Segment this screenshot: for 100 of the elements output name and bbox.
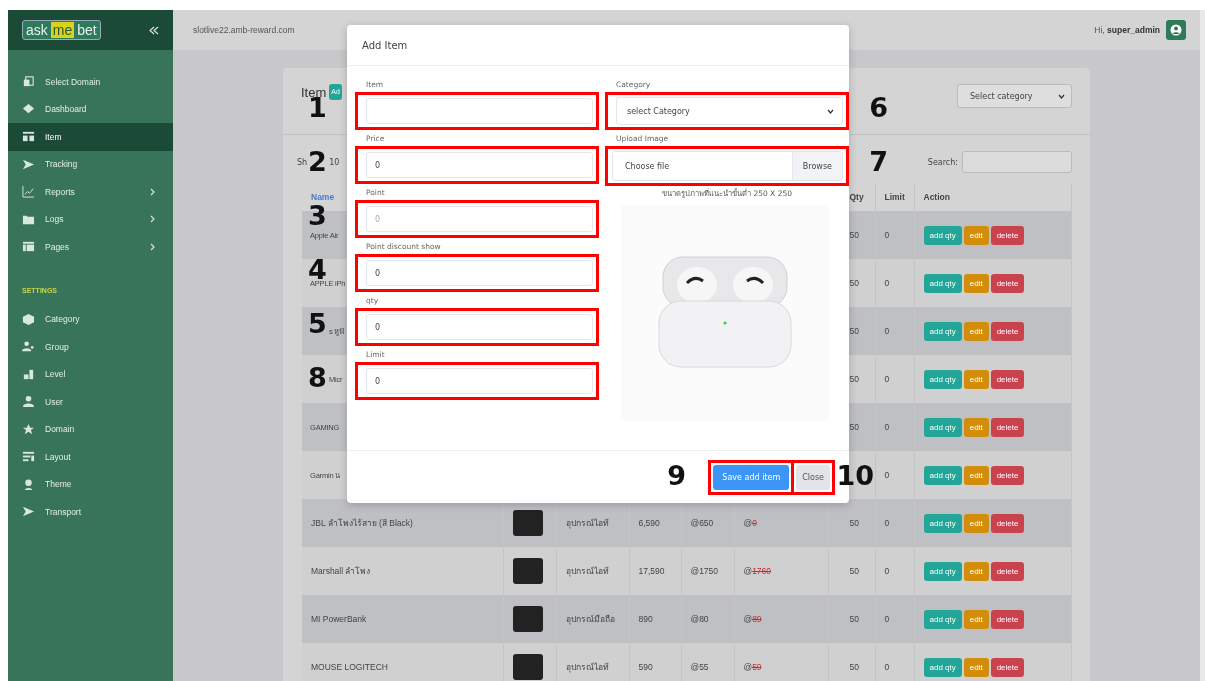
delete-button[interactable]: delete <box>990 273 1025 293</box>
annotation-number: 2 <box>308 152 327 172</box>
point-text: @55 <box>690 662 709 672</box>
sidebar-item[interactable]: Category <box>8 305 173 333</box>
qty-text: 50 <box>849 518 859 528</box>
sidebar-item[interactable]: Level <box>8 360 173 388</box>
point-text: @650 <box>690 518 714 528</box>
logo: ask me bet <box>22 20 101 40</box>
qty-text: 50 <box>849 662 859 672</box>
sidebar-item[interactable]: Reports <box>8 178 173 206</box>
delete-button[interactable]: delete <box>990 321 1025 341</box>
edit-button[interactable]: edit <box>963 561 989 581</box>
input-field[interactable]: 0 <box>366 368 593 394</box>
search-label: Search: <box>927 157 958 167</box>
category-text: อุปกรณ์มือถือ <box>565 614 615 624</box>
sidebar-item[interactable]: Pages <box>8 233 173 261</box>
add-qty-button[interactable]: add qty <box>923 465 962 485</box>
edit-button[interactable]: edit <box>963 513 989 533</box>
qty-text: 50 <box>849 326 859 336</box>
add-qty-button[interactable]: add qty <box>923 561 962 581</box>
category-text: อุปกรณ์ไอที <box>565 566 609 576</box>
sidebar-item[interactable]: Select Domain <box>8 68 173 96</box>
qty-text: 50 <box>849 278 859 288</box>
edit-button[interactable]: edit <box>963 225 989 245</box>
list-icon <box>22 450 35 464</box>
sidebar-item[interactable]: Theme <box>8 470 173 498</box>
file-input[interactable]: Choose file Browse <box>612 151 843 181</box>
qty-text: 50 <box>849 374 859 384</box>
search-field[interactable] <box>962 151 1072 173</box>
limit-text: 0 <box>884 470 890 480</box>
sidebar-item[interactable]: User <box>8 388 173 416</box>
show-label: Sh <box>297 157 308 167</box>
delete-button[interactable]: delete <box>990 225 1025 245</box>
point-text: @80 <box>690 614 709 624</box>
avatar-icon[interactable] <box>1166 20 1186 40</box>
edit-button[interactable]: edit <box>963 609 989 629</box>
delete-button[interactable]: delete <box>990 417 1025 437</box>
edit-button[interactable]: edit <box>963 657 989 677</box>
delete-button[interactable]: delete <box>990 465 1025 485</box>
sidebar-item[interactable]: Transport <box>8 498 173 526</box>
add-qty-button[interactable]: add qty <box>923 657 962 677</box>
category-text: อุปกรณ์ไอที <box>565 518 609 528</box>
sidebar-item[interactable]: Item <box>8 123 173 151</box>
column-header[interactable]: Qty <box>849 192 864 202</box>
delete-button[interactable]: delete <box>990 369 1025 389</box>
discount-text: @0 <box>743 518 757 528</box>
price-text: 6,590 <box>638 518 660 528</box>
category-select[interactable]: Select category <box>957 84 1072 108</box>
sidebar-item[interactable]: Dashboard <box>8 95 173 123</box>
input-field[interactable]: 0 <box>366 206 593 232</box>
edit-button[interactable]: edit <box>963 369 989 389</box>
scrollbar[interactable] <box>1200 10 1205 681</box>
input-field[interactable]: 0 <box>366 314 593 340</box>
qty-text: 50 <box>849 422 859 432</box>
add-qty-button[interactable]: add qty <box>923 225 962 245</box>
sidebar-item[interactable]: Group <box>8 333 173 361</box>
sidebar-item[interactable]: Layout <box>8 443 173 471</box>
annotation-number: 4 <box>308 260 327 280</box>
delete-button[interactable]: delete <box>990 609 1025 629</box>
input-field[interactable]: 0 <box>366 260 593 286</box>
add-qty-button[interactable]: add qty <box>923 369 962 389</box>
limit-text: 0 <box>884 518 890 528</box>
add-qty-button[interactable]: add qty <box>923 513 962 533</box>
greeting-text: Hi, super_admin <box>1094 25 1160 35</box>
edit-button[interactable]: edit <box>963 465 989 485</box>
sidebar-item[interactable]: Domain <box>8 415 173 443</box>
item-name: MI PowerBank <box>311 614 367 624</box>
add-qty-button[interactable]: add qty <box>923 417 962 437</box>
delete-button[interactable]: delete <box>990 513 1025 533</box>
chart-icon <box>22 185 35 199</box>
dialog-title: Add Item <box>362 39 408 51</box>
delete-button[interactable]: delete <box>990 657 1025 677</box>
bars-icon <box>22 367 35 381</box>
discount-text: @89 <box>743 614 762 624</box>
edit-button[interactable]: edit <box>963 417 989 437</box>
caret-icon <box>827 108 834 114</box>
domain-text: slotlive22.amb-reward.com <box>193 25 295 35</box>
sidebar-item[interactable]: Tracking <box>8 150 173 178</box>
price-text: 890 <box>638 614 653 624</box>
qty-text: 50 <box>849 566 859 576</box>
add-qty-button[interactable]: add qty <box>923 321 962 341</box>
add-qty-button[interactable]: add qty <box>923 273 962 293</box>
caret-icon <box>1058 93 1065 99</box>
edit-button[interactable]: edit <box>963 321 989 341</box>
close-button[interactable]: Close <box>796 464 830 490</box>
add-qty-button[interactable]: add qty <box>923 609 962 629</box>
collapse-icon[interactable] <box>149 25 159 35</box>
edit-button[interactable]: edit <box>963 273 989 293</box>
save-button[interactable]: Save add item <box>713 464 790 490</box>
sidebar-item[interactable]: Logs <box>8 205 173 233</box>
input-field[interactable]: 0 <box>366 152 593 178</box>
limit-text: 0 <box>884 422 890 432</box>
category-select[interactable]: select Category <box>616 97 843 125</box>
input-field[interactable] <box>366 98 593 124</box>
qty-text: 50 <box>849 230 859 240</box>
box-icon <box>22 312 35 326</box>
discount-text: @59 <box>743 662 762 672</box>
delete-button[interactable]: delete <box>990 561 1025 581</box>
page-length-select[interactable]: 10 <box>329 157 340 167</box>
table-icon <box>22 130 35 144</box>
